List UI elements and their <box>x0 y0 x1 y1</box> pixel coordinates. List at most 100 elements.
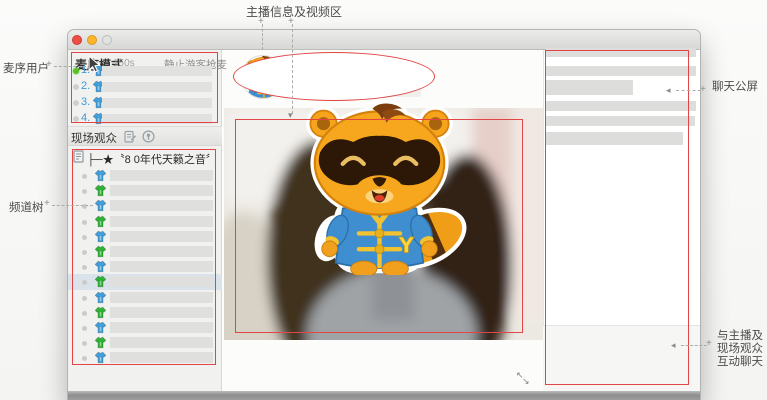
leader-line <box>54 66 86 67</box>
audience-name-bar <box>110 352 213 364</box>
audience-row[interactable] <box>68 305 222 320</box>
arrow-down-icon: ▾ <box>288 110 293 120</box>
audience-name-bar <box>110 276 213 288</box>
vest-icon <box>94 336 107 349</box>
window-bottom-bar <box>68 391 700 400</box>
audience-row[interactable] <box>68 259 222 274</box>
vest-icon <box>94 169 107 182</box>
yy-mascot-sticker <box>292 100 467 275</box>
leader-line <box>52 205 93 206</box>
mouse-cursor <box>88 55 101 73</box>
presence-dot <box>82 325 87 331</box>
leader-line <box>676 90 701 91</box>
anchor-level-badge <box>277 82 290 95</box>
audience-row[interactable] <box>68 214 222 229</box>
screenshot-stage: Y 麦序模式 150 <box>0 0 767 400</box>
speaking-dot <box>73 68 79 74</box>
leader-tick: + <box>46 59 52 70</box>
anchor-stat-pill <box>295 85 363 97</box>
presence-dot <box>82 249 87 255</box>
presence-dot <box>82 234 87 240</box>
chat-input-area[interactable] <box>543 325 700 391</box>
arrow-left-icon: ◂ <box>666 85 671 95</box>
audience-name-bar <box>110 245 213 257</box>
audience-row[interactable] <box>68 350 222 365</box>
audience-row[interactable] <box>68 183 222 198</box>
minimize-window-button[interactable] <box>87 35 97 45</box>
mic-queue-row[interactable]: 4. <box>68 111 222 127</box>
mic-queue-number: 2. <box>81 80 91 92</box>
anchor-stat-pill <box>369 85 421 97</box>
presence-dot <box>82 265 87 271</box>
vest-icon <box>94 275 107 288</box>
audience-row[interactable] <box>68 168 222 183</box>
presence-dot <box>82 174 87 179</box>
leader-line <box>262 24 263 50</box>
channel-tree-title[interactable]: ├─★〝8 0年代天籁之音〞★ <box>87 151 217 167</box>
audience-row[interactable] <box>68 244 222 259</box>
presence-dot <box>82 310 87 316</box>
audience-name-bar <box>110 215 213 227</box>
audience-name-bar <box>110 306 213 318</box>
mic-queue-number: 3. <box>81 96 91 108</box>
audience-name-bar <box>110 261 213 273</box>
audience-name-bar <box>110 185 213 197</box>
mic-user-name-bar <box>102 66 212 76</box>
anchor-name: 小清新女主播 <box>296 67 375 82</box>
audience-name-bar <box>110 337 213 349</box>
vest-icon <box>94 260 107 273</box>
location-icon[interactable] <box>142 130 155 148</box>
audience-name-bar <box>110 170 213 181</box>
presence-dot <box>82 295 87 301</box>
mic-user-name-bar <box>102 98 212 108</box>
annotation-label-chat-screen: 聊天公屏 <box>712 81 758 93</box>
speaking-dot <box>73 116 79 122</box>
audience-name-bar <box>110 200 213 212</box>
presence-dot <box>82 219 87 225</box>
audience-row[interactable] <box>68 320 222 335</box>
mic-queue-row[interactable]: 2. <box>68 79 222 95</box>
close-window-button[interactable] <box>72 35 82 45</box>
leader-tick: + <box>706 338 712 349</box>
mic-queue-number: 4. <box>81 112 91 124</box>
audience-row[interactable] <box>68 335 222 350</box>
audience-name-bar <box>110 321 213 333</box>
audience-header-label: 现场观众 <box>71 133 117 145</box>
audience-section-header: 现场观众 <box>68 126 222 146</box>
vest-icon <box>94 351 107 364</box>
audience-row[interactable] <box>68 229 222 244</box>
mic-queue-row[interactable]: 3. <box>68 95 222 111</box>
annotation-label-channel-tree: 频道树 <box>9 202 44 214</box>
vest-icon <box>94 245 107 258</box>
vest-icon <box>94 199 107 212</box>
mic-user-name-bar <box>102 114 212 124</box>
audience-row[interactable] <box>68 274 222 290</box>
vest-icon <box>94 230 107 243</box>
presence-dot <box>82 356 87 362</box>
presence-dot <box>82 189 87 195</box>
channel-icon <box>73 150 85 168</box>
vest-icon <box>94 291 107 304</box>
annotation-label-interact-chat: 与主播及现场观众互动聊天 <box>717 330 763 368</box>
audience-list <box>68 168 222 365</box>
vest-icon <box>94 321 107 334</box>
presence-dot <box>82 341 87 347</box>
audience-name-bar <box>110 291 213 303</box>
audience-row[interactable] <box>68 290 222 305</box>
vest-icon <box>94 184 107 197</box>
roster-icon[interactable] <box>124 130 137 149</box>
zoom-window-button[interactable] <box>102 35 112 45</box>
arrow-left-icon: ◂ <box>671 340 676 350</box>
window-titlebar[interactable] <box>68 30 700 50</box>
leader-line <box>292 24 293 114</box>
annotation-label-mic-users: 麦序用户 <box>3 63 49 75</box>
speaking-dot <box>73 84 79 90</box>
resize-arrow-se: ↘ <box>522 376 530 386</box>
speaking-dot <box>73 100 79 106</box>
mic-user-name-bar <box>102 82 212 92</box>
presence-dot <box>82 280 87 286</box>
vest-icon <box>94 306 107 319</box>
resize-video-icon[interactable]: ↖ ↘ <box>516 370 532 387</box>
vest-icon <box>94 215 107 228</box>
audience-name-bar <box>110 230 213 242</box>
